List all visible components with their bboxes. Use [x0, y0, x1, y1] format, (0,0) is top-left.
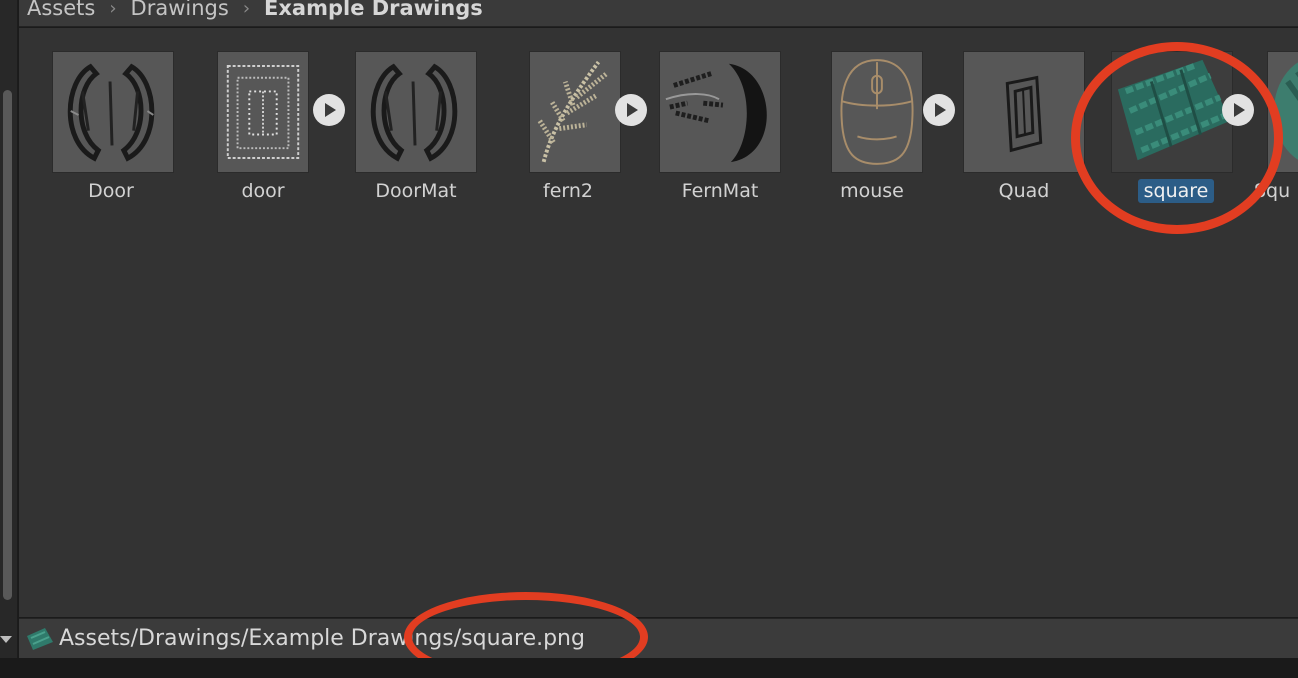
- asset-doormat[interactable]: DoorMat: [340, 28, 492, 218]
- asset-label-fernmat: FernMat: [681, 180, 759, 202]
- asset-label-doormat: DoorMat: [375, 180, 457, 202]
- square-material-icon: [1267, 51, 1298, 173]
- left-panel-edge: [0, 0, 18, 658]
- status-bar: Assets/Drawings/Example Drawings/square.…: [19, 618, 1298, 658]
- asset-label-quad: Quad: [998, 180, 1050, 202]
- asset-mouse[interactable]: mouse: [796, 28, 955, 218]
- asset-square-material[interactable]: Squ: [1252, 28, 1298, 218]
- door-texture-icon: [217, 51, 309, 173]
- mouse-texture-icon: [831, 51, 923, 173]
- asset-label-door: Door: [88, 180, 134, 202]
- fern-texture-icon: [529, 51, 621, 173]
- asset-label-mouse: mouse: [840, 180, 904, 202]
- asset-label-square-material: Squ: [1254, 180, 1291, 202]
- asset-fern2[interactable]: fern2: [492, 28, 647, 218]
- asset-grid: Door door DoorMat fern2 FernMat mouse Qu…: [19, 28, 1298, 617]
- breadcrumb-example-drawings[interactable]: Example Drawings: [264, 0, 483, 19]
- asset-square[interactable]: square: [1100, 28, 1254, 218]
- fern-material-icon: [659, 51, 781, 173]
- breadcrumb-drawings[interactable]: Drawings: [131, 0, 229, 19]
- chevron-right-icon: ›: [109, 0, 117, 19]
- selected-asset-path: Assets/Drawings/Example Drawings/square.…: [59, 626, 585, 651]
- asset-fernmat[interactable]: FernMat: [644, 28, 796, 218]
- square-texture-icon: [27, 627, 53, 650]
- asset-label-square: square: [1137, 179, 1215, 203]
- expand-play-icon[interactable]: [1222, 94, 1254, 126]
- asset-quad[interactable]: Quad: [948, 28, 1100, 218]
- asset-door-material[interactable]: Door: [35, 28, 187, 218]
- scroll-down-icon[interactable]: [0, 636, 12, 643]
- asset-door-texture[interactable]: door: [187, 28, 345, 218]
- vertical-scrollbar[interactable]: [3, 90, 12, 600]
- square-texture-icon: [1111, 51, 1233, 173]
- chevron-right-icon: ›: [242, 0, 251, 19]
- expand-play-icon[interactable]: [615, 94, 647, 126]
- asset-label-door-texture: door: [241, 180, 285, 202]
- breadcrumb-assets[interactable]: Assets: [27, 0, 95, 19]
- door-material-icon: [355, 51, 477, 173]
- bottom-edge: [0, 658, 1298, 678]
- door-material-icon: [52, 51, 174, 173]
- asset-label-fern2: fern2: [543, 180, 593, 202]
- quad-mesh-icon: [963, 51, 1085, 173]
- breadcrumb: Assets › Drawings › Example Drawings: [19, 0, 1298, 27]
